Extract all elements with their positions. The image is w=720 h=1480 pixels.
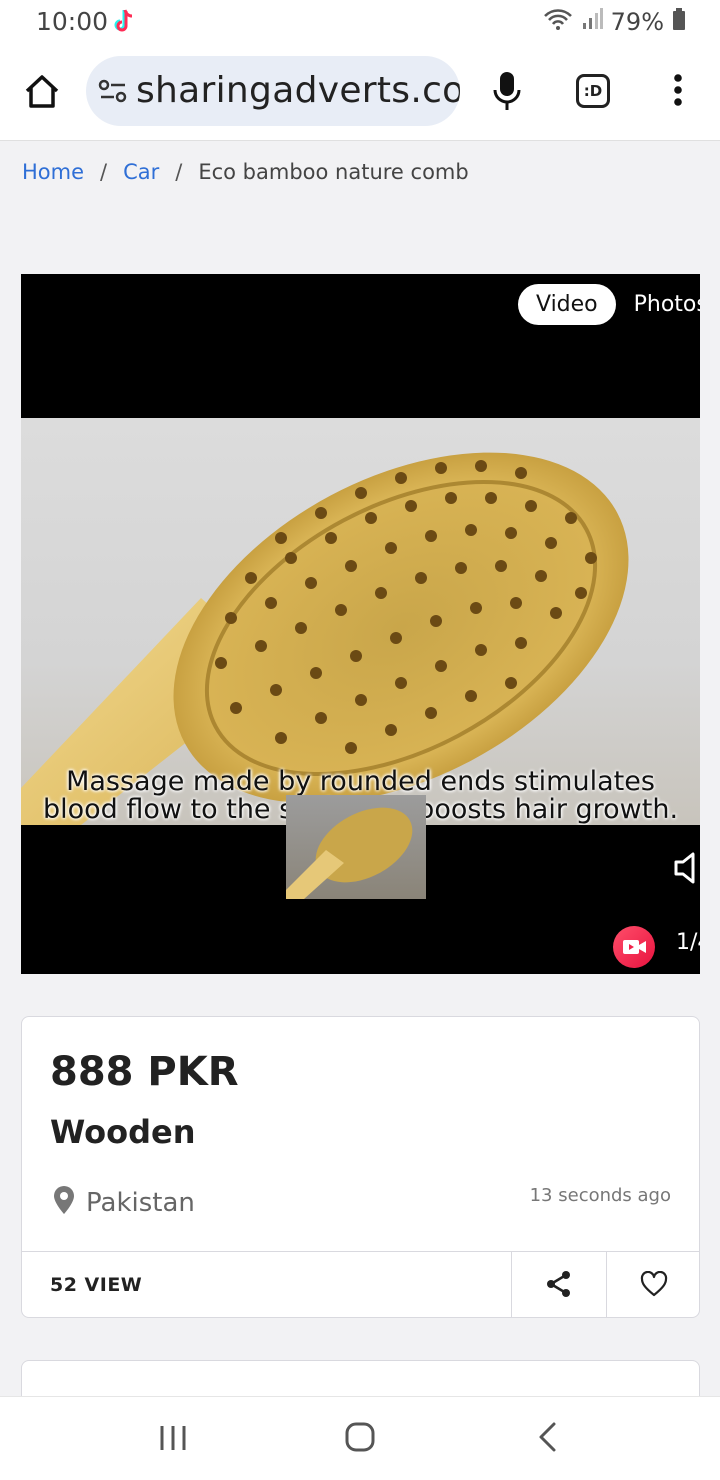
share-button[interactable] (511, 1252, 606, 1317)
address-bar[interactable]: sharingadverts.com (86, 56, 460, 126)
media-counter: 1/4 (676, 930, 700, 955)
listing-card: 888 PKR Wooden Pakistan 13 seconds ago 5… (21, 1016, 700, 1318)
mic-icon[interactable] (490, 70, 524, 119)
tiktok-icon (112, 8, 136, 39)
system-nav-bar (0, 1396, 720, 1480)
breadcrumb-separator: / (100, 160, 108, 184)
posted-time: 13 seconds ago (529, 1185, 671, 1206)
home-icon[interactable] (22, 72, 62, 112)
breadcrumb-separator: / (175, 160, 183, 184)
signal-icon (581, 7, 603, 36)
listing-title: Wooden (50, 1113, 196, 1151)
tab-video[interactable]: Video (518, 284, 616, 325)
heart-icon (640, 1270, 668, 1302)
favorite-button[interactable] (606, 1252, 699, 1317)
breadcrumb-category[interactable]: Car (123, 160, 159, 184)
tab-switcher-button[interactable]: :D (576, 74, 610, 108)
wifi-icon (543, 7, 573, 36)
battery-percent: 79% (610, 7, 664, 36)
battery-icon (672, 7, 686, 36)
browser-toolbar: sharingadverts.com :D (0, 44, 720, 141)
menu-icon[interactable] (668, 70, 688, 115)
video-thumbnail[interactable] (286, 795, 426, 901)
nav-home-icon[interactable] (344, 1421, 376, 1458)
recent-apps-icon[interactable] (158, 1423, 188, 1458)
status-time: 10:00 (36, 7, 109, 36)
listing-footer: 52 VIEW (22, 1251, 699, 1317)
video-caption-line-1: Massage made by rounded ends stimulates (66, 766, 655, 797)
video-frame[interactable]: Massage made by rounded ends stimulates … (21, 418, 700, 825)
breadcrumb: Home / Car / Eco bamboo nature comb (22, 160, 469, 184)
thumbnail-image (286, 795, 426, 899)
tab-photos[interactable]: Photos (634, 292, 700, 317)
site-settings-icon[interactable] (98, 77, 128, 110)
video-camera-icon[interactable] (613, 926, 655, 968)
speaker-icon[interactable] (673, 851, 700, 890)
breadcrumb-current: Eco bamboo nature comb (198, 160, 469, 184)
media-tabs: Video Photos (518, 284, 700, 325)
listing-price: 888 PKR (50, 1049, 239, 1095)
breadcrumb-home[interactable]: Home (22, 160, 84, 184)
share-icon (545, 1270, 573, 1303)
nav-back-icon[interactable] (536, 1421, 560, 1458)
url-text[interactable]: sharingadverts.com (136, 70, 460, 111)
listing-location: Pakistan (52, 1185, 195, 1220)
location-pin-icon (52, 1185, 76, 1220)
media-viewer[interactable]: Video Photos (21, 274, 700, 974)
status-bar: 10:00 79% (0, 0, 720, 44)
view-count: 52 VIEW (50, 1274, 143, 1296)
hairbrush-image (21, 452, 629, 825)
location-text: Pakistan (86, 1187, 195, 1218)
